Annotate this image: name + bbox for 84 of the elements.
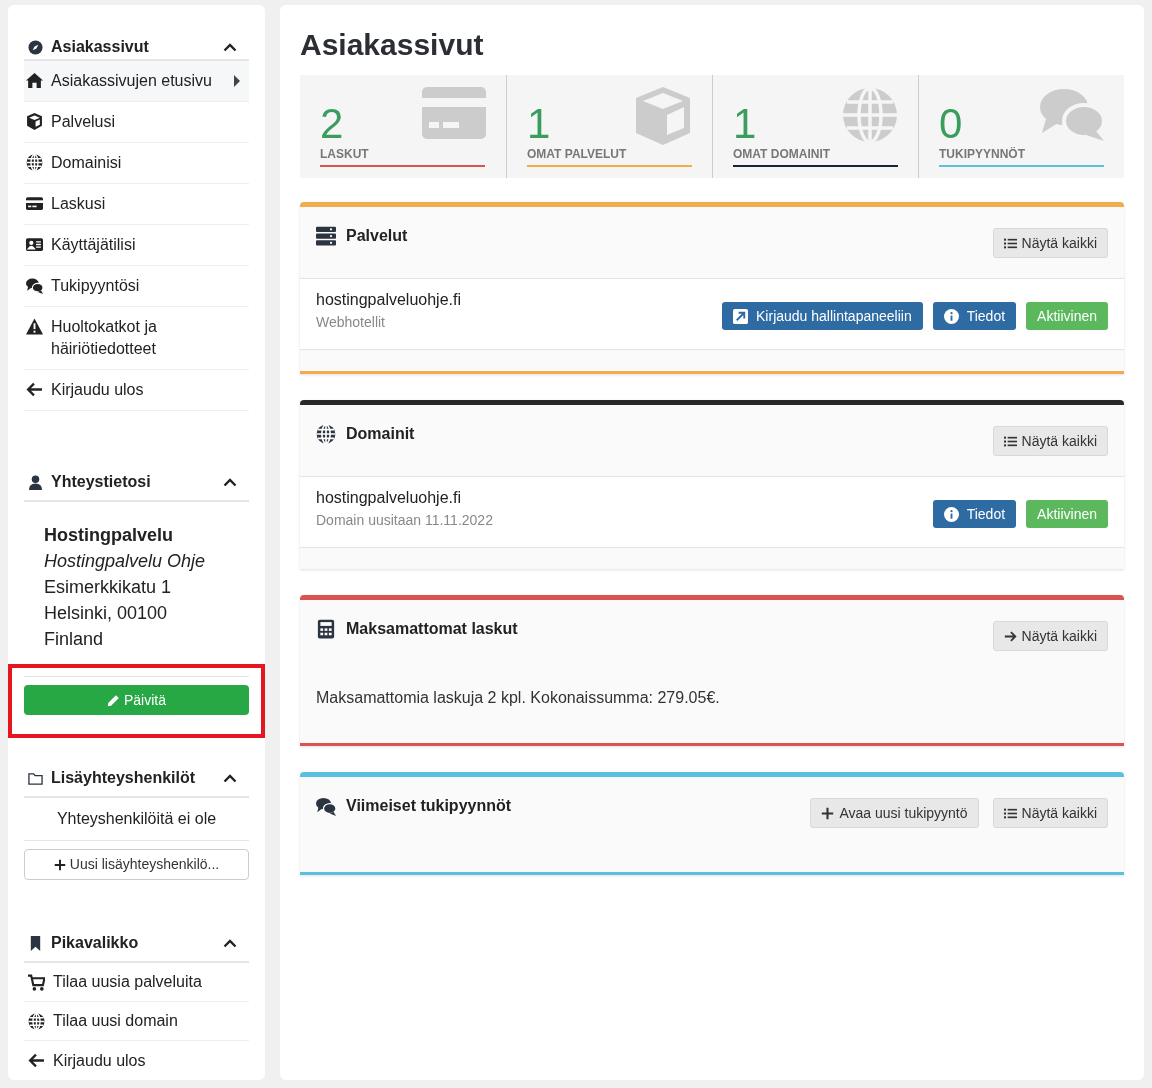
warning-icon xyxy=(26,318,43,335)
list-icon xyxy=(1003,236,1017,250)
item-name: hostingpalveluohje.fi xyxy=(316,488,462,508)
globe-icon xyxy=(842,87,898,143)
info-icon xyxy=(943,506,959,522)
item-detail: Webhotellit xyxy=(316,313,386,332)
nav-item[interactable]: Tukipyyntösi xyxy=(24,266,249,307)
credit-card-icon xyxy=(26,195,43,212)
chat-bubbles-icon xyxy=(316,796,336,816)
calculator-icon xyxy=(316,619,336,639)
id-card-icon xyxy=(26,236,43,253)
stat-label: TUKIPYYNNÖT xyxy=(939,145,1104,167)
section-title: Yhteystietosi xyxy=(51,472,152,492)
contact-name: Hostingpalvelu Ohje xyxy=(44,550,207,573)
nav-item[interactable]: Asiakassivujen etusivu xyxy=(24,61,249,102)
add-contact-button[interactable]: Uusi lisäyhteyshenkilö... xyxy=(24,849,249,880)
stat-value: 1 xyxy=(733,103,757,145)
stat-value: 0 xyxy=(939,103,963,145)
street-address: Esimerkkikatu 1 xyxy=(44,576,173,599)
arrow-left-icon xyxy=(26,381,43,398)
folder-icon xyxy=(28,770,43,786)
home-icon xyxy=(26,72,43,89)
view-all-button[interactable]: Näytä kaikki xyxy=(992,228,1108,258)
compass-icon xyxy=(28,39,43,55)
panel-title: Domainit xyxy=(346,424,415,444)
quick-link[interactable]: Tilaa uusi domain xyxy=(24,1002,249,1041)
user-icon xyxy=(28,474,43,490)
plus-icon xyxy=(821,806,835,820)
plus-icon xyxy=(53,858,66,871)
status-label: Aktiivinen xyxy=(1026,302,1108,330)
globe-icon xyxy=(26,154,43,171)
nav-item[interactable]: Käyttäjätilisi xyxy=(24,225,249,266)
summary-text: Maksamattomia laskuja 2 kpl. Kokonaissumma: 279.05€. xyxy=(315,688,721,708)
country: Finland xyxy=(44,628,105,651)
empty-message: Yhteyshenkilöitä ei ole xyxy=(24,798,249,841)
company-name: Hostingpalvelu xyxy=(44,524,174,547)
panel-title: Palvelut xyxy=(346,226,408,246)
stat-value: 2 xyxy=(320,103,344,145)
view-all-button[interactable]: Näytä kaikki xyxy=(992,798,1108,828)
chat-bubbles-icon xyxy=(26,277,43,294)
nav-item[interactable]: Laskusi xyxy=(24,184,249,225)
page-title: Asiakassivut xyxy=(300,27,485,63)
stat-label: OMAT DOMAINIT xyxy=(733,145,898,167)
nav-item[interactable]: Kirjaudu ulos xyxy=(24,370,249,411)
nav-item[interactable]: Palvelusi xyxy=(24,102,249,143)
globe-icon xyxy=(28,1012,45,1030)
stat-value: 1 xyxy=(527,103,551,145)
login-panel-button[interactable]: Kirjaudu hallintapaneeliin xyxy=(722,302,923,330)
chat-bubbles-icon xyxy=(1040,87,1104,141)
panel-title: Maksamattomat laskut xyxy=(346,619,518,639)
list-icon xyxy=(1003,806,1017,820)
status-label: Aktiivinen xyxy=(1026,500,1108,528)
nav-item[interactable]: Huoltokatkot ja häiriötiedotteet xyxy=(24,307,249,370)
stat-label: OMAT PALVELUT xyxy=(527,145,692,167)
cube-icon xyxy=(26,113,43,130)
item-name: hostingpalveluohje.fi xyxy=(316,290,461,310)
section-title: Lisäyhteyshenkilöt xyxy=(51,768,197,788)
item-detail: Domain uusitaan 11.11.2022 xyxy=(316,511,493,530)
panel-title: Viimeiset tukipyynnöt xyxy=(346,796,512,816)
details-button[interactable]: Tiedot xyxy=(932,302,1017,330)
details-button[interactable]: Tiedot xyxy=(932,500,1017,528)
city-postcode: Helsinki, 00100 xyxy=(44,602,169,625)
quick-link[interactable]: Kirjaudu ulos xyxy=(24,1041,249,1080)
credit-card-icon xyxy=(422,87,486,139)
server-icon xyxy=(316,226,336,246)
view-all-button[interactable]: Näytä kaikki xyxy=(992,621,1108,651)
arrow-left-icon xyxy=(28,1052,45,1069)
cart-icon xyxy=(28,973,45,991)
external-link-icon xyxy=(733,308,748,324)
section-title: Asiakassivut xyxy=(51,37,150,57)
view-all-button[interactable]: Näytä kaikki xyxy=(992,426,1108,456)
nav-item[interactable]: Domainisi xyxy=(24,143,249,184)
pencil-icon xyxy=(107,693,120,707)
new-ticket-button[interactable]: Avaa uusi tukipyyntö xyxy=(810,798,979,828)
cube-icon xyxy=(634,87,692,145)
bookmark-icon xyxy=(28,935,43,951)
globe-icon xyxy=(316,424,336,444)
quick-link[interactable]: Tilaa uusia palveluita xyxy=(24,963,249,1002)
caret-right-icon xyxy=(233,75,241,87)
list-icon xyxy=(1003,434,1017,448)
stat-label: LASKUT xyxy=(320,145,485,167)
section-title: Pikavalikko xyxy=(51,933,140,953)
arrow-right-icon xyxy=(1003,629,1017,643)
info-icon xyxy=(943,308,959,324)
